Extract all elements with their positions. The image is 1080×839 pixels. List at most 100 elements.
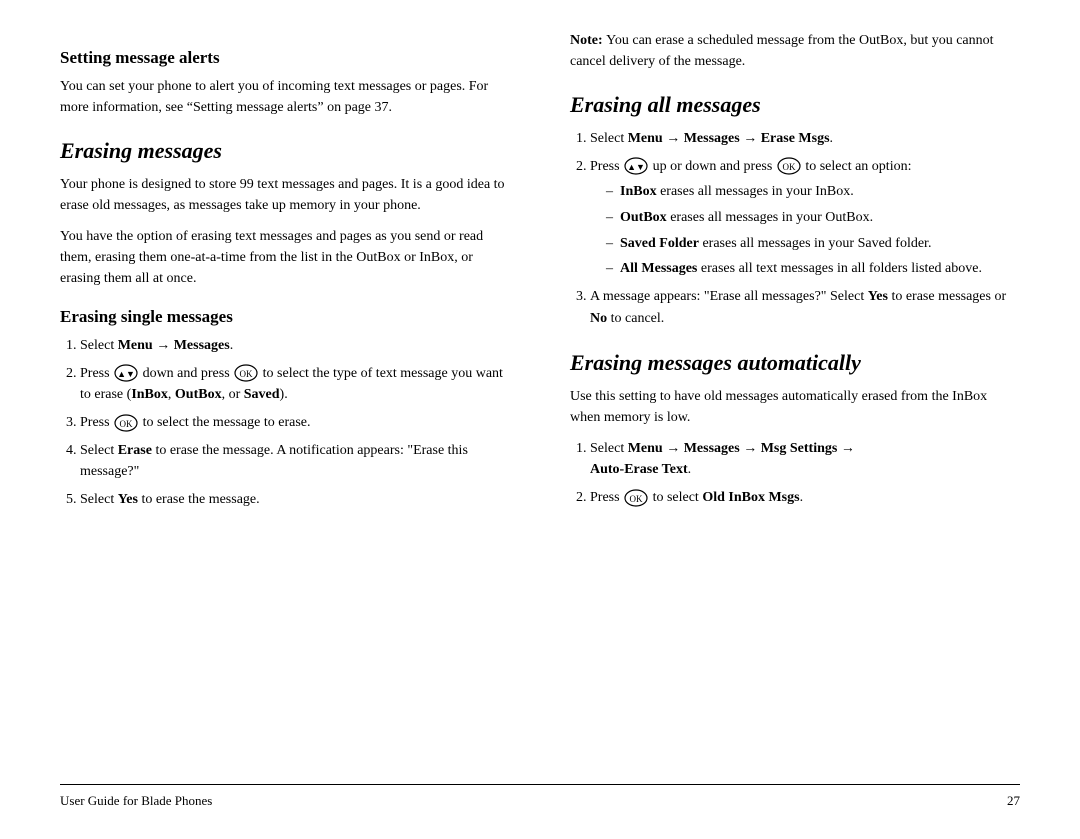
all-step3-cancel: to cancel. <box>607 311 664 326</box>
auto-step1-a1: → <box>663 441 684 456</box>
step-4: Select Erase to erase the message. A not… <box>80 440 510 483</box>
content-area: Setting message alerts You can set your … <box>60 30 1020 774</box>
step2-close: ). <box>280 387 288 402</box>
erasing-all-steps: Select Menu → Messages → Erase Msgs. Pre… <box>570 128 1020 330</box>
step4-erase: Erase <box>118 443 152 458</box>
option-saved: Saved Folder erases all messages in your… <box>606 233 1020 255</box>
erasing-single-title: Erasing single messages <box>60 307 510 327</box>
footer: User Guide for Blade Phones 27 <box>60 784 1020 809</box>
erasing-messages-body2: You have the option of erasing text mess… <box>60 226 510 289</box>
ok-icon-1: OK <box>233 364 259 382</box>
step-1: Select Menu → Messages. <box>80 335 510 357</box>
option-all: All Messages erases all text messages in… <box>606 258 1020 280</box>
all-step3-to-erase: to erase messages or <box>888 289 1006 304</box>
step-2: Press ▲▼ down and press OK to select the… <box>80 363 510 406</box>
erasing-all-title: Erasing all messages <box>570 92 1020 118</box>
step5-text: to erase the message. <box>138 492 260 507</box>
all-step1-messages: Messages <box>684 131 740 146</box>
step1-text-before: Select <box>80 338 118 353</box>
step5-select: Select <box>80 492 118 507</box>
all-step2-press: Press <box>590 159 623 174</box>
svg-text:▲▼: ▲▼ <box>627 162 645 172</box>
erasing-auto-section: Erasing messages automatically Use this … <box>570 350 1020 509</box>
erasing-auto-body: Use this setting to have old messages au… <box>570 386 1020 428</box>
auto-step2-press: Press <box>590 490 623 505</box>
step2-press: Press <box>80 366 113 381</box>
auto-step1-a2: → <box>740 441 761 456</box>
option-all-label: All Messages <box>620 261 697 276</box>
option-outbox: OutBox erases all messages in your OutBo… <box>606 207 1020 229</box>
step1-menu: Menu <box>118 338 153 353</box>
auto-step2-oldinbox: Old InBox Msgs <box>702 490 799 505</box>
step2-comma: , <box>168 387 175 402</box>
auto-step2-period: . <box>800 490 804 505</box>
option-all-text: erases all text messages in all folders … <box>697 261 982 276</box>
auto-step2-to-select: to select <box>649 490 702 505</box>
step2-inbox: InBox <box>131 387 168 402</box>
option-outbox-label: OutBox <box>620 210 667 225</box>
step-5: Select Yes to erase the message. <box>80 489 510 511</box>
step4-select: Select <box>80 443 118 458</box>
note-label: Note: <box>570 33 606 48</box>
step1-arrow: → <box>153 338 174 353</box>
option-outbox-text: erases all messages in your OutBox. <box>667 210 873 225</box>
ok-icon-4: OK <box>623 489 649 507</box>
all-step1-period: . <box>830 131 834 146</box>
auto-step1-select: Select <box>590 441 628 456</box>
step3-press: Press <box>80 415 113 430</box>
auto-step-2: Press OK to select Old InBox Msgs. <box>590 487 1020 509</box>
step2-saved: Saved <box>244 387 280 402</box>
step2-or: , or <box>222 387 244 402</box>
right-column: Note: You can erase a scheduled message … <box>560 30 1020 774</box>
option-inbox-text: erases all messages in your InBox. <box>657 184 854 199</box>
all-step2-option: to select an option: <box>802 159 912 174</box>
erasing-single-steps: Select Menu → Messages. Press ▲▼ down an… <box>60 335 510 511</box>
step2-outbox: OutBox <box>175 387 222 402</box>
note-text: You can erase a scheduled message from t… <box>570 33 994 69</box>
all-step-2: Press ▲▼ up or down and press OK to sele… <box>590 156 1020 280</box>
erasing-all-section: Erasing all messages Select Menu → Messa… <box>570 92 1020 330</box>
step5-yes: Yes <box>118 492 138 507</box>
erasing-auto-title: Erasing messages automatically <box>570 350 1020 376</box>
option-inbox-label: InBox <box>620 184 657 199</box>
nav-icon-2: ▲▼ <box>623 157 649 175</box>
step1-messages: Messages <box>174 338 230 353</box>
step2-down-and-press: down and press <box>139 366 233 381</box>
svg-text:OK: OK <box>782 162 795 172</box>
auto-step1-menu: Menu <box>628 441 663 456</box>
all-step1-erase: Erase Msgs <box>761 131 830 146</box>
erasing-messages-body1: Your phone is designed to store 99 text … <box>60 174 510 216</box>
svg-text:OK: OK <box>240 369 253 379</box>
note-paragraph: Note: You can erase a scheduled message … <box>570 30 1020 72</box>
note-section: Note: You can erase a scheduled message … <box>570 30 1020 72</box>
ok-icon-3: OK <box>776 157 802 175</box>
all-step3-yes: Yes <box>868 289 888 304</box>
auto-step1-period: . <box>688 462 692 477</box>
all-step-1: Select Menu → Messages → Erase Msgs. <box>590 128 1020 150</box>
footer-right: 27 <box>1007 793 1020 809</box>
all-step3-no: No <box>590 311 607 326</box>
auto-step1-autoerase: Auto-Erase Text <box>590 462 688 477</box>
footer-left: User Guide for Blade Phones <box>60 793 212 809</box>
option-saved-text: erases all messages in your Saved folder… <box>699 236 932 251</box>
setting-alerts-title: Setting message alerts <box>60 48 510 68</box>
erasing-messages-title: Erasing messages <box>60 138 510 164</box>
setting-alerts-body: You can set your phone to alert you of i… <box>60 76 510 118</box>
svg-text:OK: OK <box>120 419 133 429</box>
svg-text:OK: OK <box>630 494 643 504</box>
page: Setting message alerts You can set your … <box>0 0 1080 839</box>
setting-alerts-section: Setting message alerts You can set your … <box>60 48 510 118</box>
nav-icon-1: ▲▼ <box>113 364 139 382</box>
auto-step1-settings: Msg Settings <box>761 441 838 456</box>
left-column: Setting message alerts You can set your … <box>60 30 520 774</box>
all-step1-menu: Menu <box>628 131 663 146</box>
option-saved-label: Saved Folder <box>620 236 699 251</box>
step-3: Press OK to select the message to erase. <box>80 412 510 434</box>
all-step1-select: Select <box>590 131 628 146</box>
all-step1-a1: → <box>663 131 684 146</box>
erasing-messages-section: Erasing messages Your phone is designed … <box>60 138 510 289</box>
ok-icon-2: OK <box>113 414 139 432</box>
step1-period: . <box>230 338 234 353</box>
auto-step-1: Select Menu → Messages → Msg Settings → … <box>590 438 1020 481</box>
auto-step1-a3: → <box>837 441 855 456</box>
